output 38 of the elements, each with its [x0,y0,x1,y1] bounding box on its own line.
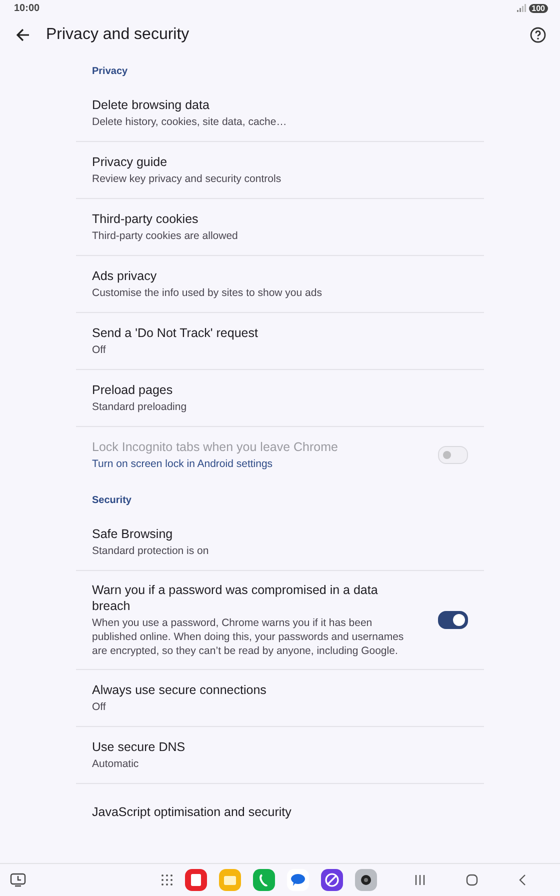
setting-description: Delete history, cookies, site data, cache… [92,115,288,129]
setting-description: Automatic [92,757,140,771]
signal-icon [516,4,526,12]
home-nav-icon[interactable] [466,874,478,886]
setting-description: Standard preloading [92,400,188,414]
page-title: Privacy and security [46,26,190,44]
setting-title[interactable]: Safe Browsing [92,526,468,542]
section-heading: Privacy [91,65,129,79]
back-nav-icon[interactable] [518,874,526,886]
setting-title[interactable]: Third-party cookies [92,211,468,227]
battery-level: 100 [528,4,548,12]
camera-app-icon[interactable] [355,869,377,891]
setting-description: Standard protection is on [92,544,210,558]
phone-app-icon[interactable] [253,869,275,891]
recents-nav-icon[interactable] [414,874,426,886]
setting-description: Off [92,700,107,714]
setting-description: Third-party cookies are allowed [92,229,239,243]
help-icon [530,27,546,43]
setting-title[interactable]: Ads privacy [92,268,468,284]
setting-description: Off [92,343,107,357]
setting-title[interactable]: Privacy guide [92,154,468,170]
setting-title[interactable]: Always use secure connections [92,682,468,698]
section-heading: Security [91,494,132,508]
setting-description: Review key privacy and security controls [92,172,282,186]
setting-title[interactable]: Send a 'Do Not Track' request [92,325,468,341]
setting-title[interactable]: Warn you if a password was compromised in a data breach [92,582,408,614]
setting-title[interactable]: JavaScript optimisation and security [92,804,468,820]
setting-title[interactable]: Preload pages [92,382,468,398]
setting-description: When you use a password, Chrome warns you if it has been published online. When doing this, your passwords and usernames are encrypted, so they can’t be read by anyone, including Google. [92,616,405,658]
recent-apps-icon[interactable] [10,873,26,887]
setting-title[interactable]: Use secure DNS [92,739,468,755]
app-grid-icon[interactable] [161,874,173,886]
setting-description: Customise the info used by sites to show you ads [92,286,323,300]
setting-title[interactable]: Delete browsing data [92,97,468,113]
messages-app-icon[interactable] [287,869,309,891]
back-arrow-icon [16,28,30,42]
status-time: 10:00 [14,2,40,14]
toggle-switch[interactable] [438,611,468,629]
